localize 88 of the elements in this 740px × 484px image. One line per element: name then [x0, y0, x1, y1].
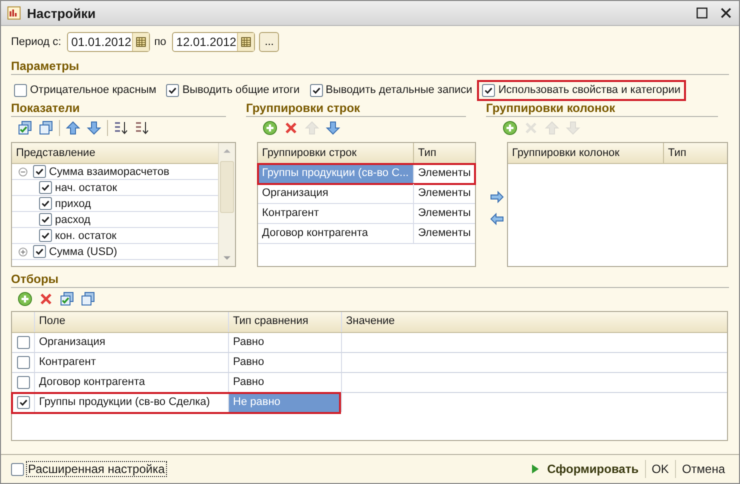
table-cell: Равно	[228, 353, 341, 372]
table-cell-text: Контрагент	[261, 206, 320, 221]
table-cell: Элементы	[413, 224, 475, 243]
table-cell: Элементы	[413, 184, 475, 203]
checkbox[interactable]	[39, 181, 52, 194]
table-cell: Контрагент	[34, 353, 228, 372]
checkbox[interactable]	[16, 336, 30, 349]
column-header[interactable]: Представление	[12, 143, 218, 164]
column-header[interactable]: Тип	[663, 143, 727, 164]
checkbox[interactable]	[39, 213, 52, 226]
checkbox[interactable]	[16, 356, 30, 369]
plus-icon[interactable]	[502, 120, 518, 136]
ok-button[interactable]: OK	[646, 462, 675, 476]
section-heading: Показатели	[11, 101, 226, 117]
window-title: Настройки	[27, 6, 96, 20]
checked-stack-icon[interactable]	[17, 120, 33, 136]
table-cell: Равно	[228, 333, 341, 352]
sort-icon[interactable]	[113, 120, 129, 136]
checkbox[interactable]	[33, 165, 46, 178]
checkbox[interactable]	[14, 84, 27, 96]
maximize-icon[interactable]	[695, 6, 709, 20]
table-cell: Элементы	[413, 204, 475, 223]
checkbox[interactable]	[16, 396, 30, 409]
down-arrow-icon[interactable]	[325, 120, 341, 136]
date-field[interactable]: 01.01.2012	[67, 32, 150, 52]
play-icon	[529, 462, 542, 476]
table-cell: Договор контрагента	[34, 373, 228, 392]
checkbox[interactable]	[39, 197, 52, 210]
down-arrow-icon[interactable]	[86, 120, 102, 136]
column-header[interactable]: Группировки строк	[258, 143, 413, 164]
checkbox[interactable]	[310, 84, 323, 96]
calendar-icon[interactable]	[134, 35, 148, 49]
tree-item[interactable]: нач. остаток	[55, 182, 118, 194]
generate-button[interactable]: Сформировать	[523, 462, 645, 476]
date-field[interactable]: 12.01.2012	[172, 32, 256, 52]
checkbox[interactable]	[482, 84, 496, 96]
up-arrow-icon[interactable]	[65, 120, 81, 136]
checked-stack-icon[interactable]	[59, 291, 75, 307]
option-label[interactable]: Использовать свойства и категории	[498, 84, 681, 96]
scroll-thumb[interactable]	[220, 161, 234, 213]
table-cell-text: Договор контрагента	[261, 226, 369, 241]
table-cell-text: Организация	[261, 186, 330, 201]
column-header[interactable]: Тип сравнения	[228, 312, 341, 332]
app-icon	[7, 6, 21, 20]
period-label: по	[154, 36, 166, 48]
section-heading: Группировки строк	[246, 101, 466, 117]
option-label[interactable]: Выводить детальные записи	[326, 84, 472, 96]
table-cell: Элементы	[413, 164, 475, 183]
calendar-icon[interactable]	[239, 35, 254, 49]
option-label[interactable]: Выводить общие итоги	[182, 84, 300, 96]
stack-icon[interactable]	[38, 120, 54, 136]
option-label[interactable]: Отрицательное красным	[30, 84, 156, 96]
stack-icon[interactable]	[80, 291, 96, 307]
checkbox[interactable]	[16, 376, 30, 389]
highlight-frame[interactable]: Группы продукции (св-во С... Элементы	[258, 164, 475, 184]
plus-icon[interactable]	[262, 120, 278, 136]
tree-item[interactable]: Сумма взаиморасчетов	[49, 166, 170, 178]
table-cell: Равно	[228, 373, 341, 392]
column-header[interactable]: Группировки колонок	[508, 143, 663, 164]
scrollbar[interactable]	[218, 143, 235, 266]
cross-icon[interactable]	[283, 120, 299, 136]
option-label[interactable]: Расширенная настройка	[26, 461, 167, 477]
left-arrow-icon[interactable]	[488, 211, 504, 227]
tree-item[interactable]: кон. остаток	[55, 230, 116, 242]
cancel-button[interactable]: Отмена	[676, 462, 731, 476]
period-label: Период с:	[11, 36, 62, 48]
section-heading: Отборы	[11, 272, 729, 288]
expand-icon[interactable]	[16, 244, 30, 258]
table-cell: Организация	[34, 333, 228, 352]
tree-item[interactable]: приход	[55, 198, 91, 210]
checkbox[interactable]	[39, 229, 52, 242]
table-cell: Группы продукции (св-во С...	[258, 164, 413, 183]
column-header[interactable]: Поле	[34, 312, 228, 332]
cross-icon[interactable]	[38, 291, 54, 307]
sort-icon[interactable]	[134, 120, 150, 136]
column-header[interactable]: Значение	[341, 312, 727, 332]
column-header[interactable]: Тип	[413, 143, 475, 164]
tree-item[interactable]: расход	[55, 214, 90, 226]
more-button[interactable]: ...	[259, 32, 280, 52]
tree-item[interactable]: Сумма (USD)	[49, 246, 118, 258]
checkbox[interactable]	[166, 84, 180, 96]
checkbox[interactable]	[33, 245, 46, 258]
checkbox[interactable]	[11, 462, 24, 476]
right-arrow-icon[interactable]	[488, 189, 504, 205]
close-icon[interactable]	[719, 6, 733, 20]
plus-icon[interactable]	[17, 291, 33, 307]
section-heading: Группировки колонок	[486, 101, 718, 117]
section-heading: Параметры	[11, 59, 729, 75]
